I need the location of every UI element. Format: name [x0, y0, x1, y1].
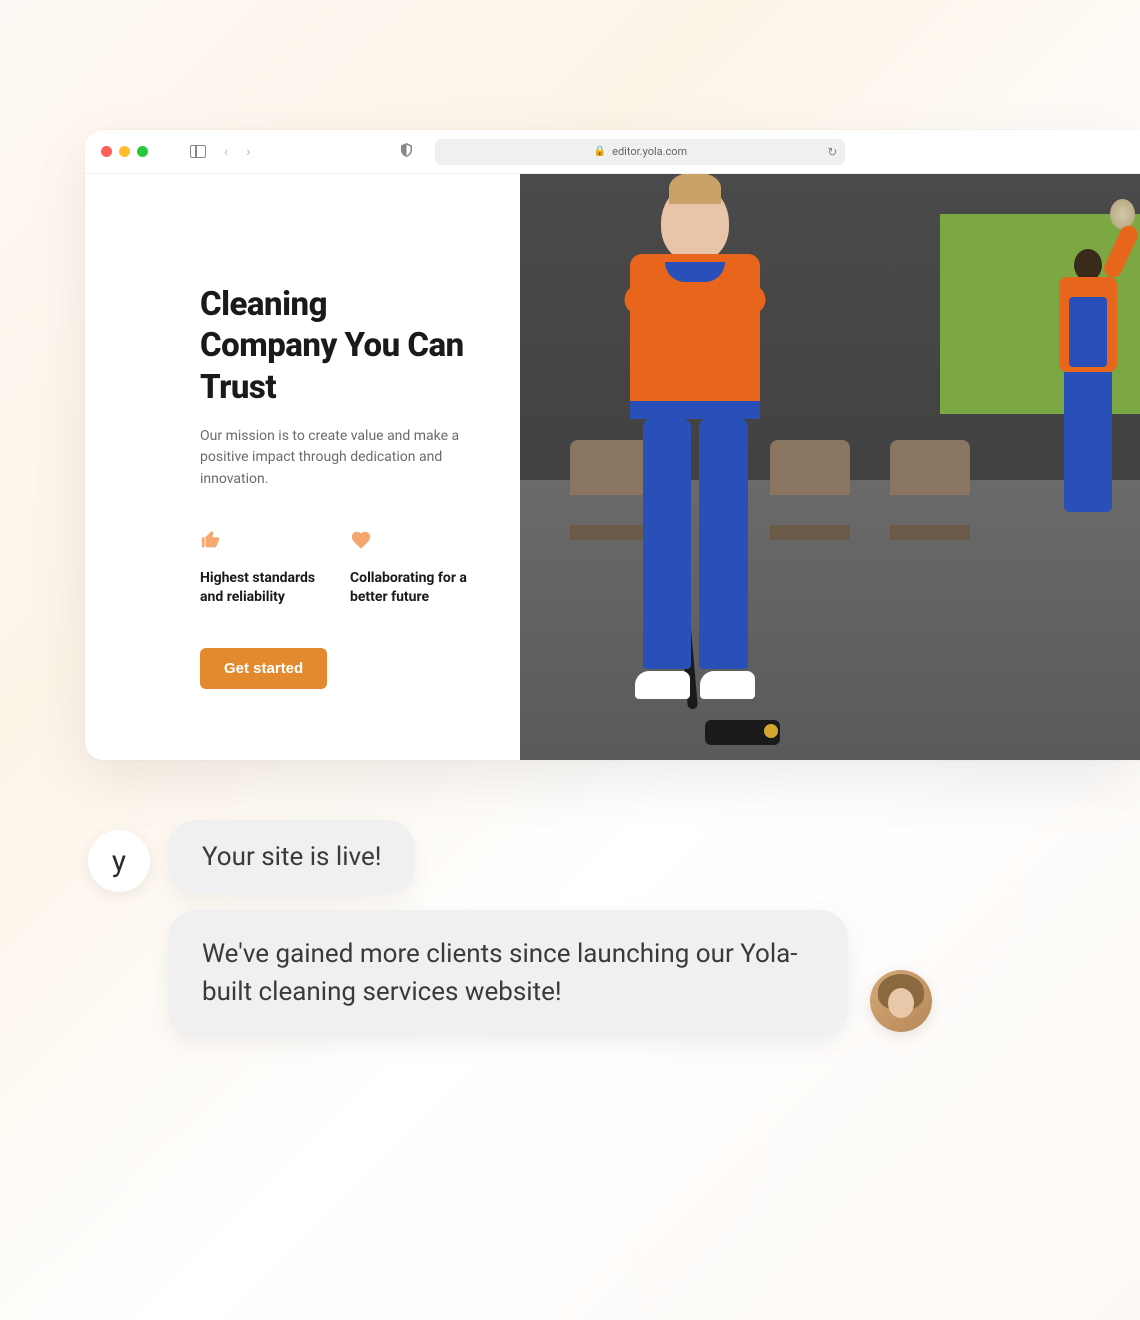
user-avatar: [870, 970, 932, 1032]
sidebar-toggle-icon[interactable]: [190, 145, 206, 158]
feature-text: Collaborating for a better future: [350, 569, 470, 608]
minimize-icon[interactable]: [119, 146, 130, 157]
feature-item: Collaborating for a better future: [350, 529, 470, 608]
feature-item: Highest standards and reliability: [200, 529, 320, 608]
chat-message-text: We've gained more clients since launchin…: [202, 939, 797, 1007]
hero-title: Cleaning Company You Can Trust: [200, 284, 470, 408]
close-icon[interactable]: [101, 146, 112, 157]
address-bar[interactable]: 🔒 editor.yola.com ↻: [435, 139, 845, 165]
forward-button[interactable]: ›: [246, 144, 250, 160]
lock-icon: 🔒: [594, 146, 606, 157]
privacy-shield-icon[interactable]: [400, 143, 413, 161]
browser-window: ‹ › 🔒 editor.yola.com ↻ Cleaning Company…: [85, 130, 1140, 760]
yola-avatar-letter: y: [112, 844, 126, 879]
maximize-icon[interactable]: [137, 146, 148, 157]
features-row: Highest standards and reliability Collab…: [200, 529, 470, 608]
hero-subtitle: Our mission is to create value and make …: [200, 426, 470, 491]
chat-bubble-system: Your site is live!: [168, 820, 415, 894]
heart-icon: [350, 529, 470, 555]
window-controls: [101, 146, 148, 157]
hero-image: [520, 174, 1140, 760]
chat-bubble-user: We've gained more clients since launchin…: [168, 910, 848, 1037]
url-text: editor.yola.com: [612, 145, 687, 158]
feature-text: Highest standards and reliability: [200, 569, 320, 608]
back-button[interactable]: ‹: [224, 144, 228, 160]
chat-message-text: Your site is live!: [202, 842, 381, 872]
get-started-button[interactable]: Get started: [200, 648, 327, 689]
page-content: Cleaning Company You Can Trust Our missi…: [85, 174, 1140, 760]
thumbs-up-icon: [200, 529, 320, 555]
reload-icon[interactable]: ↻: [827, 145, 837, 159]
hero-left-column: Cleaning Company You Can Trust Our missi…: [85, 174, 520, 760]
browser-toolbar: ‹ › 🔒 editor.yola.com ↻: [85, 130, 1140, 174]
yola-avatar: y: [88, 830, 150, 892]
